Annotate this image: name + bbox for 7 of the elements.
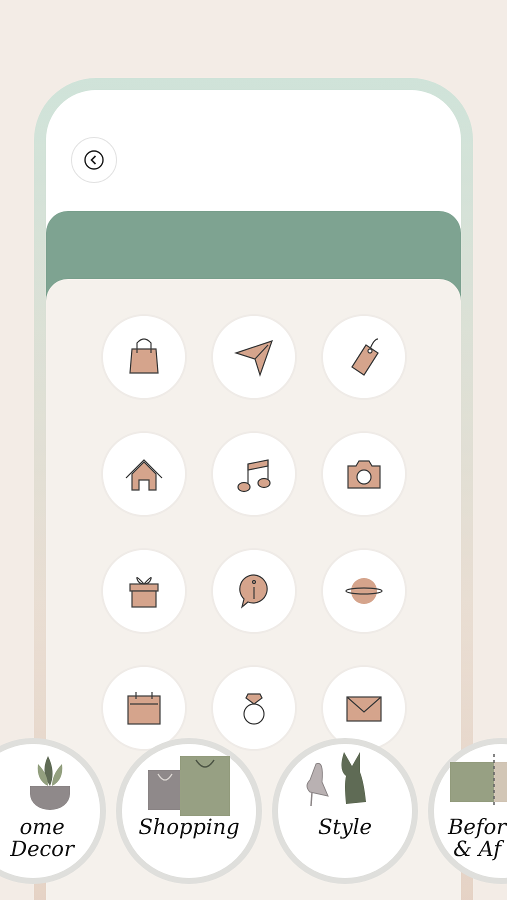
highlight-label: ome: [20, 816, 65, 838]
back-button[interactable]: [71, 137, 117, 183]
highlight-label: Befor: [448, 816, 506, 838]
highlight-label: Decor: [10, 838, 74, 860]
back-icon: [83, 149, 105, 171]
highlight-label: Shopping: [138, 816, 240, 838]
highlight-label: Style: [318, 816, 372, 838]
